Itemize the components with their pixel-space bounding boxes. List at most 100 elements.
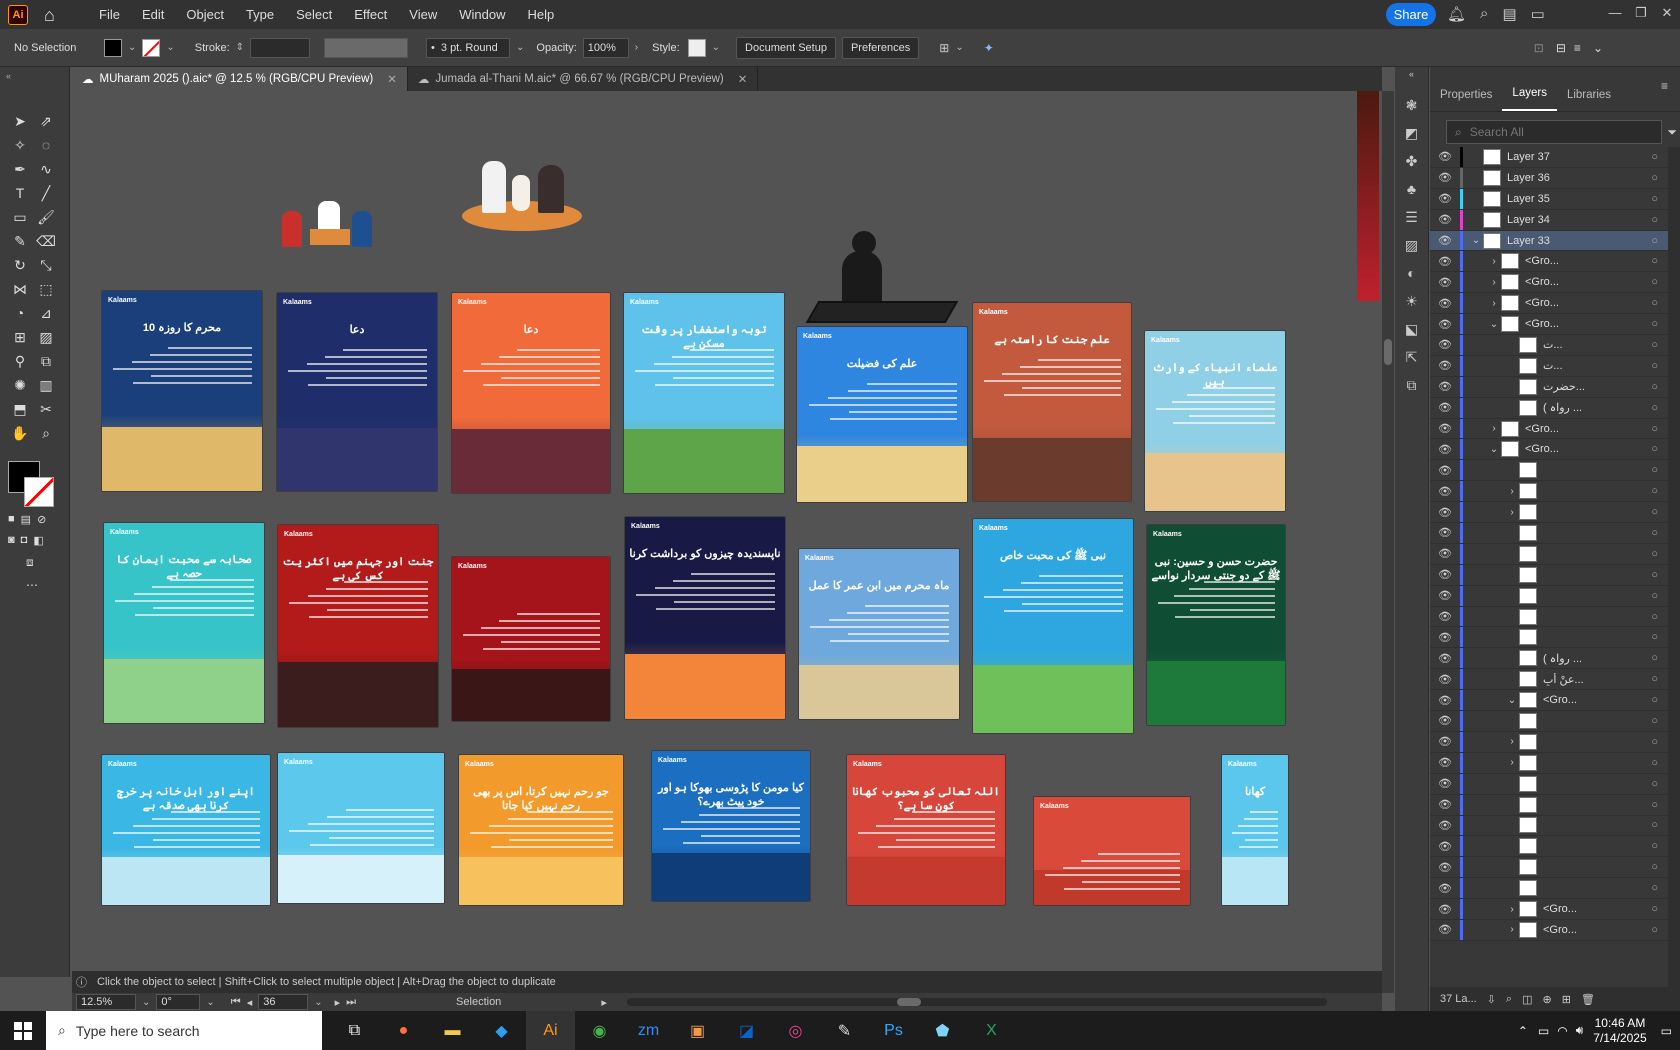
artboard-number-field[interactable]: 36: [258, 994, 309, 1010]
layer-row[interactable]: 👁︎ ○: [1430, 564, 1668, 586]
layer-row[interactable]: 👁︎ › <Gro... ○: [1430, 293, 1668, 315]
zoom-field[interactable]: 12.5%: [76, 994, 136, 1010]
draw-normal-icon[interactable]: ◙: [8, 534, 15, 547]
artboard-poster[interactable]: Kalaams علم جنت کا راستہ ہے: [973, 303, 1131, 501]
layer-row[interactable]: 👁︎ › <Gro... ○: [1430, 418, 1668, 440]
stroke-color-box[interactable]: [24, 477, 54, 507]
line-tool-icon[interactable]: ╱: [34, 183, 58, 203]
layer-row[interactable]: 👁︎ › ○: [1430, 502, 1668, 524]
target-circle-icon[interactable]: ○: [1651, 214, 1658, 226]
layer-row[interactable]: 👁︎ ( رواہ ... ○: [1430, 648, 1668, 670]
zoom-tool-icon[interactable]: ⌕: [34, 423, 58, 443]
bell-icon[interactable]: 🔔︎: [1447, 5, 1466, 23]
target-circle-icon[interactable]: ○: [1651, 276, 1658, 288]
chrome-icon[interactable]: ◉: [575, 1011, 624, 1050]
layer-row[interactable]: 👁︎ › <Gro... ○: [1430, 251, 1668, 273]
pen-app-icon[interactable]: ✎: [820, 1011, 869, 1050]
visibility-eye-icon[interactable]: 👁︎: [1430, 192, 1460, 205]
layer-row[interactable]: 👁︎ Layer 36 ○: [1430, 167, 1668, 189]
visibility-eye-icon[interactable]: 👁︎: [1430, 276, 1460, 289]
expand-chevron-icon[interactable]: ›: [1487, 256, 1501, 267]
chevron-down-icon[interactable]: ⌄: [128, 42, 136, 53]
magic-wand-icon[interactable]: ✧: [8, 135, 32, 155]
panel-tab-libraries[interactable]: Libraries: [1557, 89, 1621, 111]
puppet-warp-icon[interactable]: ✤: [1401, 153, 1423, 171]
visibility-eye-icon[interactable]: 👁︎: [1430, 568, 1460, 581]
menu-edit[interactable]: Edit: [131, 7, 175, 22]
layer-row[interactable]: 👁︎ ○: [1430, 815, 1668, 837]
expand-chevron-icon[interactable]: ⌄: [1505, 695, 1519, 706]
menu-file[interactable]: File: [88, 7, 131, 22]
chevron-down-icon[interactable]: ⌄: [206, 997, 214, 1008]
layer-row[interactable]: 👁︎ › ○: [1430, 481, 1668, 503]
draw-inside-icon[interactable]: ◧: [33, 534, 43, 547]
layer-row[interactable]: 👁︎ › <Gro... ○: [1430, 919, 1668, 941]
layer-row[interactable]: 👁︎ ت... ○: [1430, 355, 1668, 377]
target-circle-icon[interactable]: ○: [1651, 673, 1658, 685]
layer-row[interactable]: 👁︎ ○: [1430, 836, 1668, 858]
locate-object-icon[interactable]: ⌕: [1506, 993, 1512, 1006]
export-icon[interactable]: ⇱: [1401, 349, 1423, 367]
canvas[interactable]: Kalaams 10 محرم کا روزہ Kalaams دعا Kalaams د…: [72, 91, 1379, 971]
visibility-eye-icon[interactable]: 👁︎: [1430, 213, 1460, 226]
layer-row[interactable]: 👁︎ ○: [1430, 878, 1668, 900]
target-circle-icon[interactable]: ○: [1651, 235, 1658, 247]
eraser-icon[interactable]: ⌫: [34, 231, 58, 251]
taskbar-search[interactable]: ⌕ Type here to search: [46, 1011, 322, 1050]
recolor-icon[interactable]: ✦: [984, 41, 994, 55]
chevron-down-icon[interactable]: ⌄: [712, 42, 720, 53]
symbol-sprayer-icon[interactable]: ✺: [8, 375, 32, 395]
perspective-grid-icon[interactable]: ⊿: [34, 303, 58, 323]
outlook-icon[interactable]: ◪: [722, 1011, 771, 1050]
artboard-poster[interactable]: Kalaams: [278, 753, 444, 903]
target-circle-icon[interactable]: ○: [1651, 360, 1658, 372]
visibility-eye-icon[interactable]: 👁︎: [1430, 526, 1460, 539]
panel-menu-icon[interactable]: ≡: [1661, 79, 1668, 93]
expand-chevron-icon[interactable]: ›: [1487, 298, 1501, 309]
artboard-poster[interactable]: Kalaams صحابہ سے محبت ایمان کا حصہ ہے: [104, 523, 264, 723]
direct-selection-tool-icon[interactable]: ⇗: [34, 111, 58, 131]
notification-icon[interactable]: ▭: [1661, 1024, 1672, 1038]
artboard-poster[interactable]: Kalaams جنت اور جہنم میں اکثر یت کس کی ہے: [278, 525, 438, 727]
artboard-poster[interactable]: Kalaams حضرت حسن و حسین: نبی ﷺ کے دو جنتی…: [1147, 525, 1285, 725]
fill-swatch[interactable]: [104, 38, 122, 57]
artboard-poster[interactable]: Kalaams: [452, 557, 610, 721]
search-icon[interactable]: ⌕: [1480, 5, 1488, 23]
layer-row[interactable]: 👁︎ ⌄ <Gro... ○: [1430, 314, 1668, 336]
target-circle-icon[interactable]: ○: [1651, 715, 1658, 727]
new-sublayer-icon[interactable]: ⊕: [1543, 993, 1552, 1006]
gradient-mode-icon[interactable]: ▤: [21, 513, 31, 526]
volume-icon[interactable]: 🔊︎: [1576, 1023, 1584, 1038]
expand-chevron-icon[interactable]: ›: [1505, 904, 1519, 915]
chevron-down-icon[interactable]: ⌄: [314, 997, 322, 1008]
expand-chevron-icon[interactable]: ›: [1505, 924, 1519, 935]
curvature-tool-icon[interactable]: ∿: [34, 159, 58, 179]
visibility-eye-icon[interactable]: 👁︎: [1430, 422, 1460, 435]
artboard-poster[interactable]: Kalaams توبہ واستغفار پر وقت مسکن ہے: [624, 293, 784, 493]
chevron-down-icon[interactable]: ⌄: [166, 42, 174, 53]
delete-layer-icon[interactable]: 🗑︎: [1581, 993, 1595, 1006]
graphic-styles-icon[interactable]: ⬕: [1401, 321, 1423, 339]
panel-tab-properties[interactable]: Properties: [1430, 89, 1502, 111]
make-clipping-mask-icon[interactable]: ◫: [1522, 993, 1532, 1006]
document-tab[interactable]: ☁ MUharam 2025 ().aic* @ 12.5 % (RGB/CPU …: [72, 67, 408, 91]
layer-row[interactable]: 👁︎ ○: [1430, 794, 1668, 816]
chevron-down-icon[interactable]: ⌄: [955, 42, 963, 53]
gradient-tool-icon[interactable]: ▨: [34, 327, 58, 347]
close-tab-icon[interactable]: ✕: [387, 72, 397, 86]
chevron-down-icon[interactable]: ⌄: [142, 997, 150, 1008]
target-circle-icon[interactable]: ○: [1651, 527, 1658, 539]
collapse-icon[interactable]: «: [6, 71, 69, 81]
wifi-icon[interactable]: ◠: [1557, 1024, 1567, 1038]
firefox-icon[interactable]: ●: [379, 1011, 428, 1050]
target-circle-icon[interactable]: ○: [1651, 151, 1658, 163]
previous-artboard-icon[interactable]: ◂: [247, 996, 253, 1009]
visibility-eye-icon[interactable]: 👁︎: [1430, 506, 1460, 519]
visibility-eye-icon[interactable]: 👁︎: [1430, 443, 1460, 456]
target-circle-icon[interactable]: ○: [1651, 381, 1658, 393]
pen-tool-icon[interactable]: ✒: [8, 159, 32, 179]
last-artboard-icon[interactable]: ⏭: [346, 996, 356, 1009]
target-circle-icon[interactable]: ○: [1651, 882, 1658, 894]
menu-window[interactable]: Window: [448, 7, 516, 22]
target-circle-icon[interactable]: ○: [1651, 423, 1658, 435]
